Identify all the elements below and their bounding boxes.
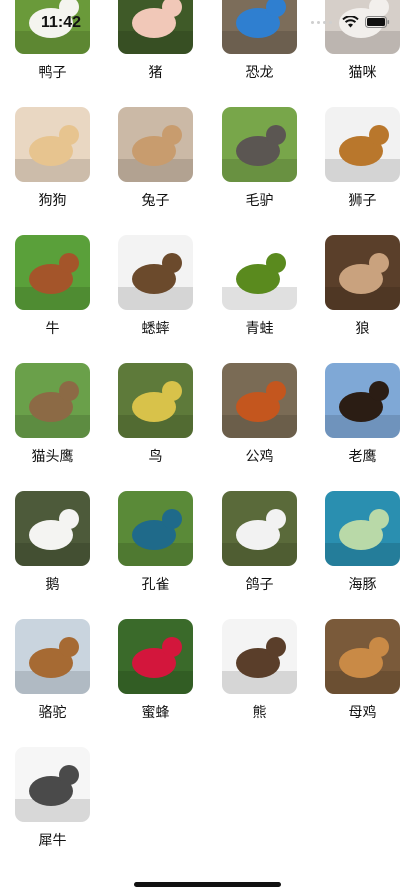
animal-image[interactable] <box>222 235 297 310</box>
animal-photo-icon <box>222 363 297 438</box>
animal-item[interactable]: 狮子 <box>325 107 400 217</box>
animal-label: 公鸡 <box>245 449 274 465</box>
animal-label: 猫咪 <box>348 65 377 81</box>
animal-photo-icon <box>118 491 193 566</box>
animal-photo-icon <box>118 107 193 182</box>
animal-photo-icon <box>118 363 193 438</box>
animal-item[interactable]: 海豚 <box>325 491 400 601</box>
animal-image[interactable] <box>15 619 90 694</box>
animal-item[interactable]: 骆驼 <box>15 619 90 729</box>
animal-item[interactable]: 鹅 <box>15 491 90 601</box>
animal-photo-icon <box>325 619 400 694</box>
animal-photo-icon <box>325 107 400 182</box>
status-indicators <box>311 16 390 28</box>
animal-image[interactable] <box>15 235 90 310</box>
animal-photo-icon <box>15 235 90 310</box>
animal-item[interactable]: 蜜蜂 <box>118 619 193 729</box>
animal-image[interactable] <box>222 107 297 182</box>
animal-image[interactable] <box>118 491 193 566</box>
animal-item[interactable]: 鸽子 <box>222 491 297 601</box>
status-bar: 11:42 <box>0 0 414 44</box>
animal-label: 海豚 <box>348 577 377 593</box>
animal-photo-icon <box>15 363 90 438</box>
animal-photo-icon <box>15 107 90 182</box>
animal-item[interactable]: 狼 <box>325 235 400 345</box>
animal-label: 老鹰 <box>348 449 377 465</box>
animal-label: 青蛙 <box>245 321 274 337</box>
animal-image[interactable] <box>222 619 297 694</box>
animal-label: 母鸡 <box>348 705 377 721</box>
animal-photo-icon <box>222 107 297 182</box>
animal-photo-icon <box>15 747 90 822</box>
animal-image[interactable] <box>15 107 90 182</box>
animal-image[interactable] <box>15 363 90 438</box>
animal-label: 牛 <box>45 321 60 337</box>
animal-item[interactable]: 鸟 <box>118 363 193 473</box>
animal-label: 猫头鹰 <box>31 449 74 465</box>
animal-label: 蟋蟀 <box>141 321 170 337</box>
animal-image[interactable] <box>325 107 400 182</box>
animal-image[interactable] <box>118 107 193 182</box>
animal-photo-icon <box>15 619 90 694</box>
animal-image[interactable] <box>325 363 400 438</box>
animal-label: 狗狗 <box>38 193 67 209</box>
animal-label: 鹅 <box>45 577 60 593</box>
animal-item[interactable]: 公鸡 <box>222 363 297 473</box>
animal-item[interactable]: 孔雀 <box>118 491 193 601</box>
home-indicator[interactable] <box>134 882 281 887</box>
animal-photo-icon <box>325 363 400 438</box>
animal-label: 狼 <box>355 321 370 337</box>
animal-item[interactable]: 猫头鹰 <box>15 363 90 473</box>
animal-item[interactable]: 兔子 <box>118 107 193 217</box>
wifi-icon <box>342 16 359 28</box>
animal-image[interactable] <box>325 619 400 694</box>
animal-label: 鸭子 <box>38 65 67 81</box>
animal-image[interactable] <box>118 619 193 694</box>
animal-photo-icon <box>118 235 193 310</box>
animal-image[interactable] <box>118 235 193 310</box>
animal-item[interactable]: 牛 <box>15 235 90 345</box>
animal-item[interactable]: 犀牛 <box>15 747 90 857</box>
animal-photo-icon <box>222 491 297 566</box>
animal-label: 鸟 <box>148 449 163 465</box>
animal-label: 孔雀 <box>141 577 170 593</box>
animal-image[interactable] <box>325 491 400 566</box>
animal-photo-icon <box>222 235 297 310</box>
animal-label: 骆驼 <box>38 705 67 721</box>
animal-label: 熊 <box>252 705 267 721</box>
animal-photo-icon <box>325 235 400 310</box>
animal-item[interactable]: 母鸡 <box>325 619 400 729</box>
animal-photo-icon <box>222 619 297 694</box>
animal-label: 兔子 <box>141 193 170 209</box>
animal-image[interactable] <box>118 363 193 438</box>
animal-image[interactable] <box>222 491 297 566</box>
animal-item[interactable]: 蟋蟀 <box>118 235 193 345</box>
status-time: 11:42 <box>41 14 82 31</box>
animal-label: 毛驴 <box>245 193 274 209</box>
animal-item[interactable]: 青蛙 <box>222 235 297 345</box>
animal-photo-icon <box>325 491 400 566</box>
cellular-signal-icon <box>311 20 332 24</box>
animal-item[interactable]: 毛驴 <box>222 107 297 217</box>
animal-photo-icon <box>15 491 90 566</box>
battery-icon <box>365 16 390 28</box>
animal-label: 恐龙 <box>245 65 274 81</box>
animal-label: 狮子 <box>348 193 377 209</box>
animal-label: 犀牛 <box>38 833 67 849</box>
animal-label: 蜜蜂 <box>141 705 170 721</box>
animal-image[interactable] <box>15 747 90 822</box>
animal-image[interactable] <box>222 363 297 438</box>
animal-photo-icon <box>118 619 193 694</box>
animal-image[interactable] <box>15 491 90 566</box>
animal-label: 猪 <box>148 65 163 81</box>
animal-item[interactable]: 熊 <box>222 619 297 729</box>
animal-item[interactable]: 狗狗 <box>15 107 90 217</box>
animal-item[interactable]: 老鹰 <box>325 363 400 473</box>
animal-label: 鸽子 <box>245 577 274 593</box>
animal-image[interactable] <box>325 235 400 310</box>
